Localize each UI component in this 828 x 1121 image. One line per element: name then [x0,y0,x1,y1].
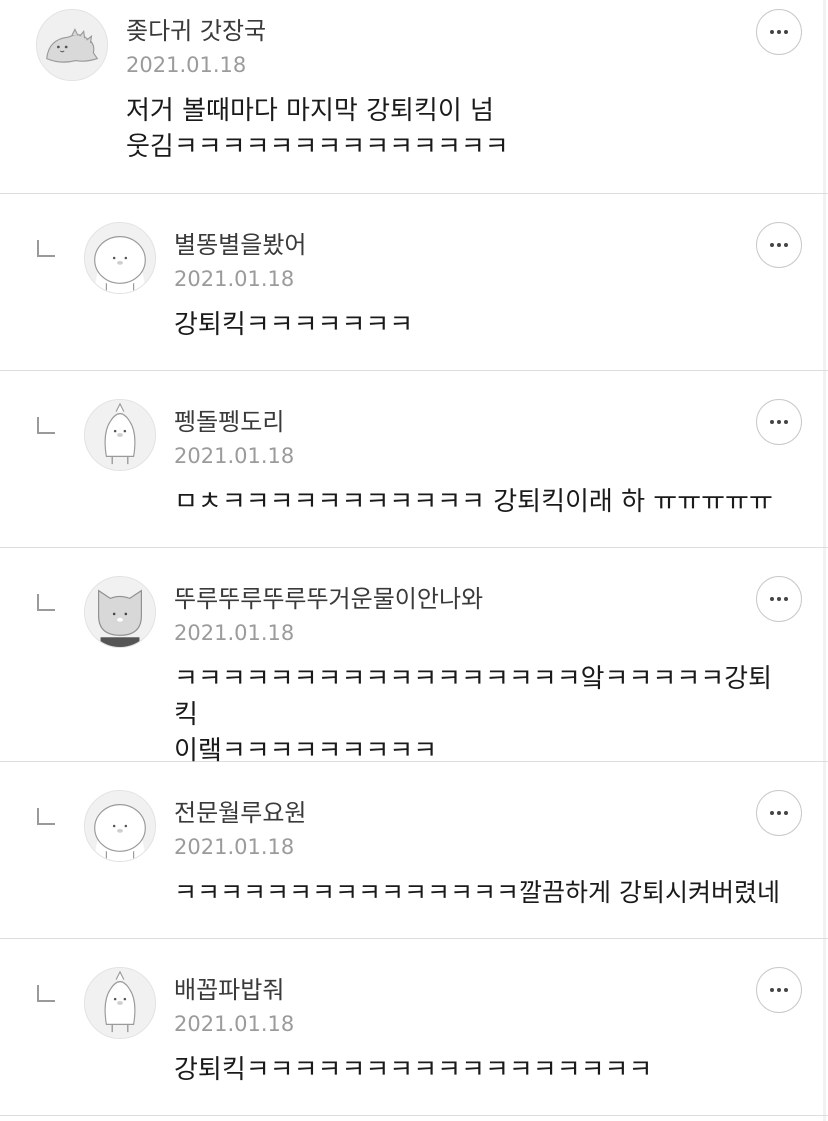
penguin-avatar-icon[interactable] [84,967,156,1039]
dinosaur-avatar-icon[interactable] [36,9,108,81]
comment-nickname[interactable]: 펭돌펭도리 [174,407,284,437]
bear-avatar-icon[interactable] [84,790,156,862]
more-dots-icon [770,597,788,601]
comment-text: ㅋㅋㅋㅋㅋㅋㅋㅋㅋㅋㅋㅋㅋㅋㅋ깔끔하게 강퇴시켜버렸네 [174,878,780,907]
comment-date: 2021.01.18 [174,267,295,291]
comment-nickname[interactable]: 별똥별을봤어 [174,230,306,260]
more-options-button[interactable] [756,222,802,268]
comment-text: ㅋㅋㅋㅋㅋㅋㅋㅋㅋㅋㅋㅋㅋㅋㅋㅋㅋ앜ㅋㅋㅋㅋㅋ강퇴킥 이랰ㅋㅋㅋㅋㅋㅋㅋㅋㅋ [174,664,773,766]
cat-avatar-icon[interactable] [84,576,156,648]
more-options-button[interactable] [756,576,802,622]
more-dots-icon [770,988,788,992]
reply-arrow-icon [37,240,55,257]
comment-date: 2021.01.18 [174,444,295,468]
more-dots-icon [770,243,788,247]
more-options-button[interactable] [756,399,802,445]
reply-item: 펭돌펭도리 2021.01.18 ㅁㅊㅋㅋㅋㅋㅋㅋㅋㅋㅋㅋㅋ 강퇴킥이래 하 ㅠ… [0,371,828,548]
comment-date: 2021.01.18 [174,1012,295,1036]
more-dots-icon [770,811,788,815]
comment-item: 좆다귀 갓장국 2021.01.18 저거 볼때마다 마지막 강퇴킥이 넘 웃김… [0,0,828,194]
reply-item: 전문월루요원 2021.01.18 ㅋㅋㅋㅋㅋㅋㅋㅋㅋㅋㅋㅋㅋㅋㅋ깔끔하게 강퇴… [0,762,828,939]
comment-nickname[interactable]: 전문월루요원 [174,798,306,828]
comment-nickname[interactable]: 배꼽파밥줘 [174,975,284,1005]
penguin-avatar-icon[interactable] [84,399,156,471]
comment-text: 강퇴킥ㅋㅋㅋㅋㅋㅋㅋㅋㅋㅋㅋㅋㅋㅋㅋㅋㅋ [174,1055,653,1085]
reply-item: 배꼽파밥줘 2021.01.18 강퇴킥ㅋㅋㅋㅋㅋㅋㅋㅋㅋㅋㅋㅋㅋㅋㅋㅋㅋ [0,939,828,1116]
comment-text: ㅁㅊㅋㅋㅋㅋㅋㅋㅋㅋㅋㅋㅋ 강퇴킥이래 하 ㅠㅠㅠㅠㅠ [174,487,773,517]
comment-date: 2021.01.18 [174,621,295,645]
more-options-button[interactable] [756,967,802,1013]
reply-item: 뚜루뚜루뚜루뚜거운물이안나와 2021.01.18 ㅋㅋㅋㅋㅋㅋㅋㅋㅋㅋㅋㅋㅋㅋ… [0,548,828,766]
more-dots-icon [770,420,788,424]
reply-arrow-icon [37,417,55,434]
comment-nickname[interactable]: 뚜루뚜루뚜루뚜거운물이안나와 [174,584,483,614]
bear-avatar-icon[interactable] [84,222,156,294]
reply-arrow-icon [37,985,55,1002]
reply-item: 별똥별을봤어 2021.01.18 강퇴킥ㅋㅋㅋㅋㅋㅋㅋ [0,194,828,371]
comment-date: 2021.01.18 [126,53,247,77]
comment-date: 2021.01.18 [174,835,295,859]
more-dots-icon [770,30,788,34]
reply-arrow-icon [37,808,55,825]
comment-text: 저거 볼때마다 마지막 강퇴킥이 넘 웃김ㅋㅋㅋㅋㅋㅋㅋㅋㅋㅋㅋㅋㅋㅋ [126,96,509,162]
more-options-button[interactable] [756,9,802,55]
comment-text: 강퇴킥ㅋㅋㅋㅋㅋㅋㅋ [174,310,414,340]
comment-nickname[interactable]: 좆다귀 갓장국 [126,16,266,46]
reply-arrow-icon [37,594,55,611]
more-options-button[interactable] [756,790,802,836]
